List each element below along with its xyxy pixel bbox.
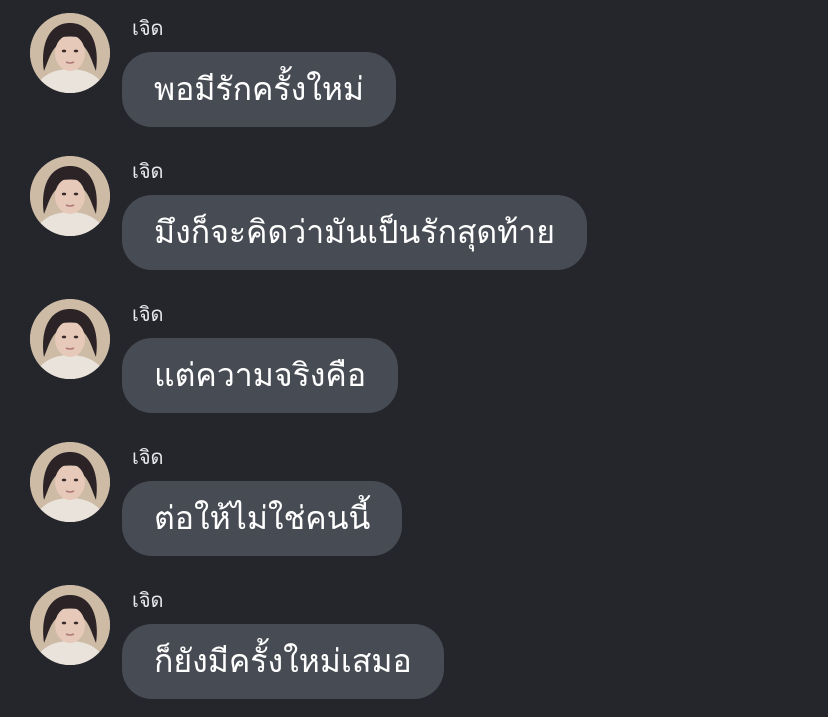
message-bubble[interactable]: พอมีรักครั้งใหม่ (122, 52, 396, 127)
message-group: เจิด พอมีรักครั้งใหม่ (0, 0, 828, 143)
message-group: เจิด ต่อให้ไม่ใช่คนนี้ (0, 429, 828, 572)
avatar[interactable] (30, 585, 110, 665)
sender-name: เจิด (132, 588, 164, 612)
avatar-photo-icon (30, 585, 110, 665)
message-bubble[interactable]: มึงก็จะคิดว่ามันเป็นรักสุดท้าย (122, 195, 587, 270)
message-group: เจิด แต่ความจริงคือ (0, 286, 828, 429)
avatar-photo-icon (30, 156, 110, 236)
message-group: เจิด มึงก็จะคิดว่ามันเป็นรักสุดท้าย (0, 143, 828, 286)
avatar-photo-icon (30, 442, 110, 522)
avatar[interactable] (30, 156, 110, 236)
message-group: เจิด ก็ยังมีครั้งใหม่เสมอ (0, 572, 828, 715)
message-bubble[interactable]: ก็ยังมีครั้งใหม่เสมอ (122, 624, 444, 699)
sender-name: เจิด (132, 16, 164, 40)
sender-name: เจิด (132, 302, 164, 326)
sender-name: เจิด (132, 159, 164, 183)
avatar[interactable] (30, 442, 110, 522)
message-bubble[interactable]: แต่ความจริงคือ (122, 338, 399, 413)
avatar-photo-icon (30, 299, 110, 379)
avatar[interactable] (30, 299, 110, 379)
avatar-photo-icon (30, 13, 110, 93)
chat-thread: เจิด พอมีรักครั้งใหม่ เจิด มึงก็จะคิดว่า… (0, 0, 828, 717)
avatar[interactable] (30, 13, 110, 93)
message-bubble[interactable]: ต่อให้ไม่ใช่คนนี้ (122, 481, 403, 556)
sender-name: เจิด (132, 445, 164, 469)
